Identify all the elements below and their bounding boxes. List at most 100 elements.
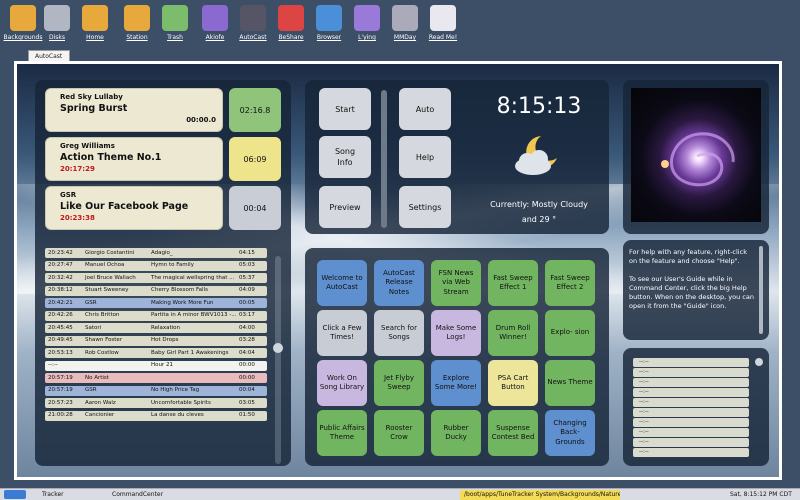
preview-button[interactable]: Preview <box>319 186 371 228</box>
cart-1[interactable]: Red Sky Lullaby Spring Burst 00:00.0 <box>45 88 223 132</box>
side-list-row[interactable]: --:-- <box>633 358 749 367</box>
playlist-time: 20:57:19 <box>48 387 73 393</box>
playlist-row[interactable]: 20:57:23 Aaron Walz Uncomfortable Spirits 0… <box>45 398 267 408</box>
cart-wall-button[interactable]: PSA Cart Button <box>488 360 538 406</box>
playlist-row[interactable]: 20:49:45 Shawn Foster Hot Drops 03:28 <box>45 335 267 346</box>
cart-wall-button[interactable]: Work On Song Library <box>317 360 367 406</box>
playlist-row[interactable]: 20:57:19 GSR No High Price Tag 00:04 <box>45 385 267 396</box>
playlist-artist: Stuart Sweeney <box>85 287 129 293</box>
side-list-row[interactable]: --:-- <box>633 438 749 447</box>
playlist-row[interactable]: 20:57:19 No Artist 00:00 <box>45 373 267 383</box>
playlist-artist: GSR <box>85 387 97 393</box>
cart-wall-button[interactable]: Drum Roll Winner! <box>488 310 538 356</box>
playlist-artist: Shawn Foster <box>85 337 123 343</box>
cart-3[interactable]: GSR Like Our Facebook Page 20:23:38 <box>45 186 223 230</box>
taskbar-path[interactable]: /boot/apps/TuneTracker System/Background… <box>460 490 620 500</box>
cart-wall-button[interactable]: Rooster Crow <box>374 410 424 456</box>
side-list-scroll-knob[interactable] <box>755 358 763 366</box>
playlist-title: Baby Girl Part 1 Awakenings <box>151 349 229 356</box>
cart-wall-button[interactable]: Rubber Ducky <box>431 410 481 456</box>
side-list-row[interactable]: --:-- <box>633 408 749 417</box>
help-scrollbar[interactable] <box>759 246 763 334</box>
playlist-row[interactable]: 20:45:45 Satori Relaxation 04:00 <box>45 323 267 333</box>
window-tab[interactable]: AutoCast <box>28 50 70 61</box>
playlist-len: 03:17 <box>239 312 255 318</box>
cart-wall-button[interactable]: Fast Sweep Effect 1 <box>488 260 538 306</box>
trash-icon <box>162 5 188 31</box>
cart-wall-button[interactable]: Jet Flyby Sweep <box>374 360 424 406</box>
playlist-artist: No Artist <box>85 374 109 381</box>
side-list-panel: --:-- --:-- --:-- --:-- --:-- --:-- --:-- --:--… <box>623 348 769 466</box>
playlist-row[interactable]: 20:42:26 Chris Britton Partita in A minor … <box>45 310 267 321</box>
playlist-len: 04:15 <box>239 249 255 256</box>
playlist-scrollbar[interactable] <box>275 256 281 464</box>
start-button[interactable]: Start <box>319 88 371 130</box>
playlist-time: 20:57:19 <box>48 374 73 381</box>
image-panel <box>623 80 769 234</box>
taskbar-start-icon[interactable] <box>4 490 26 499</box>
cart-wall-button[interactable]: Suspense Contest Bed <box>488 410 538 456</box>
folder-icon <box>124 5 150 31</box>
playlist-row[interactable]: 21:00:28 Cancionier La danse du cleves 01:5… <box>45 410 267 421</box>
cart-wall-button[interactable]: AutoCast Release Notes <box>374 260 424 306</box>
cart-time-button[interactable]: 00:04 <box>229 186 281 230</box>
playlist-title: Hot Drops <box>151 337 179 343</box>
playlist-len: 01:50 <box>239 412 255 418</box>
playlist-row[interactable]: 20:38:12 Stuart Sweeney Cherry Blossom Fal… <box>45 285 267 296</box>
cart-remain: 20:23:38 <box>60 214 95 222</box>
song-info-button[interactable]: Song Info <box>319 136 371 178</box>
cart-wall-button[interactable]: Fast Sweep Effect 2 <box>545 260 595 306</box>
desktop-icon-document[interactable]: Read Me! <box>420 5 466 41</box>
side-list-row[interactable]: --:-- <box>633 398 749 407</box>
cart-time-button[interactable]: 02:16.8 <box>229 88 281 132</box>
playlist-row[interactable]: 20:23:42 Giorgio Costantini Adagio_ 04:15 <box>45 248 267 258</box>
cart-wall-button[interactable]: FSN News via Web Stream <box>431 260 481 306</box>
side-list-row[interactable]: --:-- <box>633 388 749 397</box>
cart-wall-button[interactable]: Click a Few Times! <box>317 310 367 356</box>
desktop-icon-bar: Backgrounds Disks Home Station Trash Akiofe Au… <box>0 0 800 48</box>
help-button[interactable]: Help <box>399 136 451 178</box>
taskbar: Tracker CommandCenter /boot/apps/TuneTra… <box>0 488 800 500</box>
desktop-icon-label: Read Me! <box>428 34 458 41</box>
playlist-time: 20:42:26 <box>48 312 73 318</box>
cart-wall-button[interactable]: Search for Songs <box>374 310 424 356</box>
playlist-row[interactable]: 20:53:13 Rob Costlow Baby Girl Part 1 Awak… <box>45 348 267 358</box>
side-list-row[interactable]: --:-- <box>633 418 749 427</box>
playlist-row[interactable]: --:-- Hour 21 00:00 <box>45 360 267 371</box>
playlist-time: --:-- <box>48 362 58 368</box>
taskbar-tracker[interactable]: Tracker <box>30 490 68 500</box>
cart-2[interactable]: Greg Williams Action Theme No.1 20:17:29 <box>45 137 223 181</box>
settings-button[interactable]: Settings <box>399 186 451 228</box>
side-list-row[interactable]: --:-- <box>633 448 749 457</box>
cart-wall-button[interactable]: Make Some Logs! <box>431 310 481 356</box>
playlist-scroll-knob[interactable] <box>273 343 283 353</box>
side-list-row[interactable]: --:-- <box>633 428 749 437</box>
disk-icon <box>44 5 70 31</box>
cart-wall-button[interactable]: News Theme <box>545 360 595 406</box>
beshare-icon <box>278 5 304 31</box>
playlist-artist: Joel Bruce Wallach <box>85 274 136 281</box>
playlist-time: 20:57:23 <box>48 399 73 406</box>
taskbar-command-center[interactable]: CommandCenter <box>100 490 167 500</box>
side-list-row[interactable]: --:-- <box>633 368 749 377</box>
playlist-row[interactable]: 20:32:42 Joel Bruce Wallach The magical we… <box>45 273 267 283</box>
playlist-row[interactable]: 20:27:47 Manuel Ochoa Hymn to Family 05:03 <box>45 260 267 271</box>
playlist-row[interactable]: 20:42:21 GSR Making Work More Fun 00:05 <box>45 298 267 308</box>
auto-button[interactable]: Auto <box>399 88 451 130</box>
playlist-time: 20:49:45 <box>48 337 73 343</box>
cart-wall-button[interactable]: Welcome to AutoCast <box>317 260 367 306</box>
cart-wall-button[interactable]: Public Affairs Theme <box>317 410 367 456</box>
cart-time-button[interactable]: 06:09 <box>229 137 281 181</box>
playlist-len: 04:04 <box>239 349 255 356</box>
cart-artist: Greg Williams <box>60 142 115 150</box>
side-list-row[interactable]: --:-- <box>633 378 749 387</box>
cart-wall-button[interactable]: Changing Back- Grounds <box>545 410 595 456</box>
cart-wall-button[interactable]: Explo- sion <box>545 310 595 356</box>
playlist-artist: Satori <box>85 324 102 331</box>
playlist-time: 20:32:42 <box>48 274 73 281</box>
playlist-time: 20:42:21 <box>48 299 73 306</box>
weather-text: Currently: Mostly Cloudy <box>490 200 588 209</box>
cart-wall-button[interactable]: Explore Some More! <box>431 360 481 406</box>
desktop-icon-home-folder[interactable]: Home <box>72 5 118 41</box>
volume-slider[interactable] <box>381 90 387 228</box>
